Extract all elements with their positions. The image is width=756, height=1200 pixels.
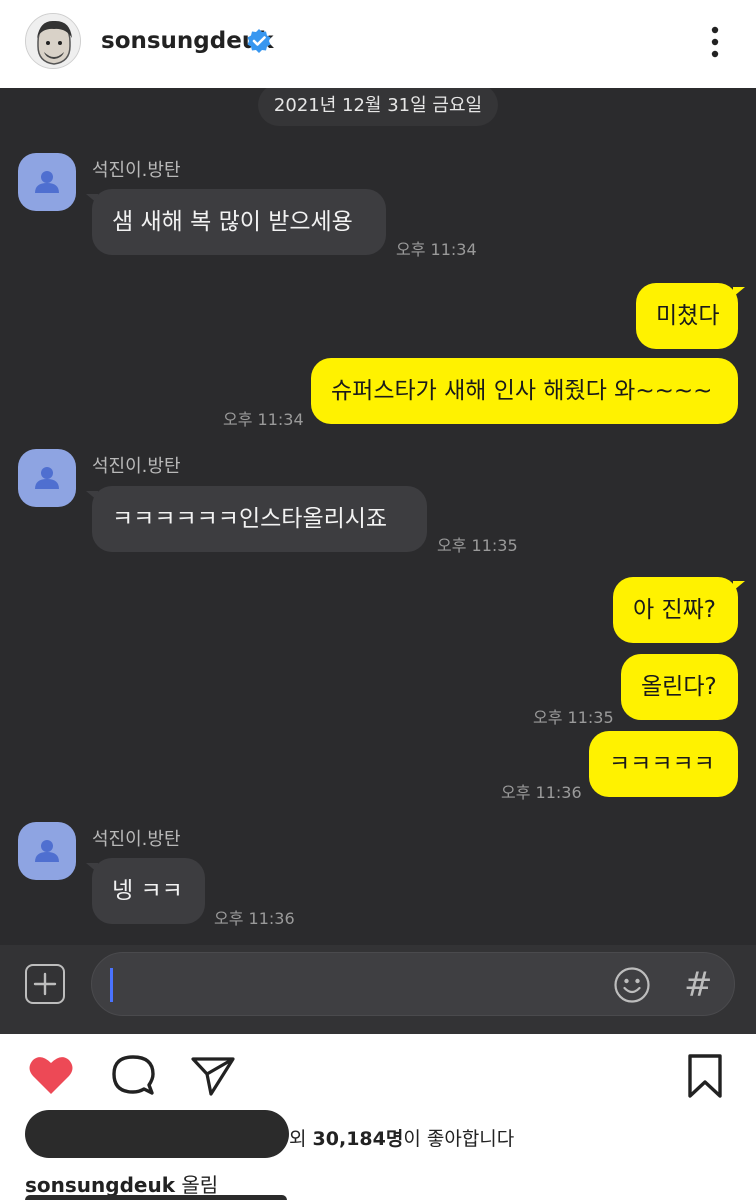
- caption-text: 올림: [175, 1173, 219, 1197]
- contact-avatar[interactable]: [18, 822, 76, 880]
- likes-count[interactable]: 30,184명: [313, 1128, 404, 1150]
- redacted-comment: [25, 1195, 287, 1200]
- sender-name: 석진이.방탄: [92, 456, 181, 477]
- verified-badge-icon: [247, 29, 271, 53]
- outgoing-message[interactable]: ㅋㅋㅋㅋㅋ: [589, 731, 738, 797]
- contact-avatar[interactable]: [18, 449, 76, 507]
- outgoing-message[interactable]: 아 진짜?: [613, 577, 738, 643]
- heart-icon[interactable]: [28, 1054, 74, 1096]
- likes-text: 외 30,184명이 좋아합니다: [289, 1124, 514, 1151]
- outgoing-message[interactable]: 슈퍼스타가 새해 인사 해줬다 와~~~~: [311, 358, 738, 424]
- person-icon: [35, 467, 59, 489]
- bookmark-icon[interactable]: [686, 1052, 724, 1100]
- contact-avatar[interactable]: [18, 153, 76, 211]
- incoming-message[interactable]: 샘 새해 복 많이 받으세용: [92, 189, 386, 255]
- hashtag-button[interactable]: #: [684, 961, 713, 1009]
- caption-username[interactable]: sonsungdeuk: [25, 1173, 175, 1197]
- sender-name: 석진이.방탄: [92, 829, 181, 850]
- date-separator: 2021년 12월 31일 금요일: [258, 88, 498, 126]
- outgoing-message[interactable]: 올린다?: [621, 654, 738, 720]
- emoji-icon[interactable]: [613, 966, 651, 1004]
- message-time: 오후 11:36: [214, 909, 295, 928]
- more-options-icon[interactable]: [700, 22, 730, 62]
- likes-suffix: 이 좋아합니다: [403, 1128, 515, 1150]
- person-icon: [35, 840, 59, 862]
- post-actions: 외 30,184명이 좋아합니다 sonsungdeuk 올림: [0, 1034, 756, 1200]
- post-header: sonsungdeuk: [0, 0, 756, 88]
- comment-icon[interactable]: [110, 1052, 156, 1098]
- message-time: 오후 11:34: [396, 240, 477, 259]
- message-composer: #: [0, 945, 756, 1034]
- attach-button[interactable]: [25, 964, 65, 1004]
- redacted-liker: [25, 1110, 289, 1158]
- message-time: 오후 11:35: [533, 708, 614, 727]
- message-input[interactable]: #: [91, 952, 735, 1016]
- chat-screenshot: 2021년 12월 31일 금요일 석진이.방탄 샘 새해 복 많이 받으세용 …: [0, 88, 756, 1034]
- bubble-tail: [733, 581, 745, 591]
- share-icon[interactable]: [190, 1054, 236, 1098]
- person-icon: [35, 171, 59, 193]
- likes-prefix: 외: [289, 1128, 313, 1150]
- message-time: 오후 11:34: [223, 410, 304, 429]
- avatar-portrait-icon: [26, 14, 80, 68]
- bubble-tail: [733, 287, 745, 297]
- caption: sonsungdeuk 올림: [25, 1169, 218, 1198]
- outgoing-message[interactable]: 미쳤다: [636, 283, 738, 349]
- incoming-message[interactable]: 넹 ㅋㅋ: [92, 858, 205, 924]
- avatar[interactable]: [25, 13, 81, 69]
- plus-icon: [33, 972, 57, 996]
- message-time: 오후 11:36: [501, 783, 582, 802]
- message-time: 오후 11:35: [437, 536, 518, 555]
- sender-name: 석진이.방탄: [92, 160, 181, 181]
- incoming-message[interactable]: ㅋㅋㅋㅋㅋㅋ인스타올리시죠: [92, 486, 427, 552]
- text-caret: [110, 968, 113, 1002]
